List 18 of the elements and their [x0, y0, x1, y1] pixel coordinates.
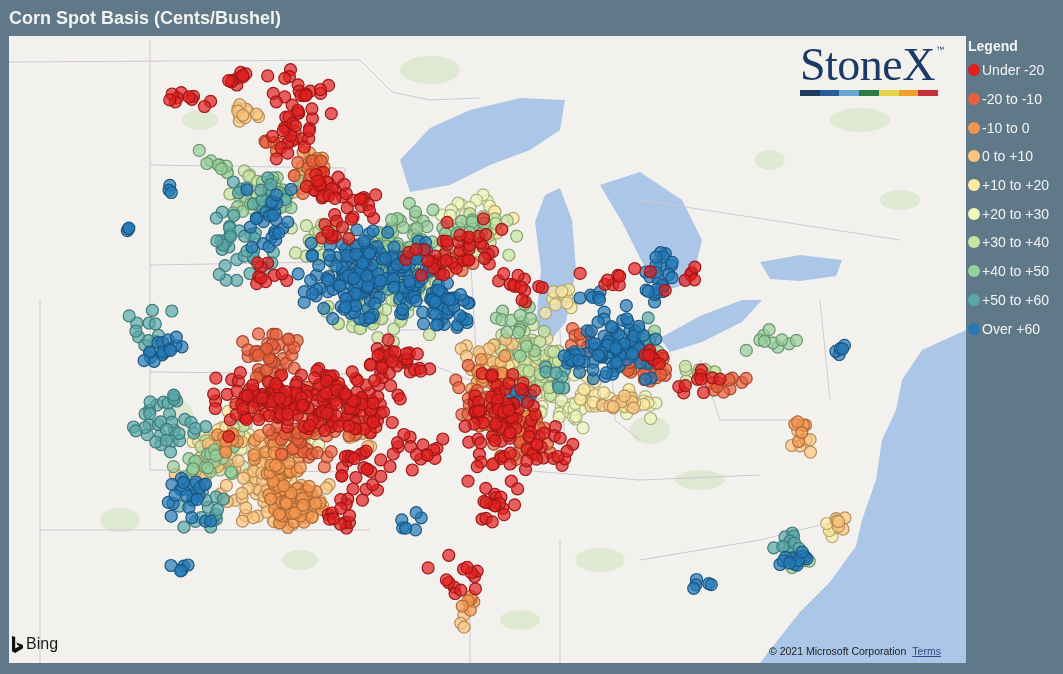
map-provider-logo-text: Bing [26, 635, 59, 653]
legend-label: +30 to +40 [982, 235, 1049, 250]
legend-title: Legend [968, 39, 1018, 53]
legend-label: +50 to +60 [982, 292, 1049, 307]
b-logo-icon [12, 635, 23, 653]
trademark-mark: ™ [936, 46, 944, 54]
legend-label: 0 to +10 [982, 149, 1033, 164]
legend-label: +40 to +50 [982, 264, 1049, 279]
legend-label: Over +60 [982, 321, 1040, 336]
legend-label: +20 to +30 [982, 206, 1049, 221]
legend-label: Under -20 [982, 63, 1045, 78]
logo-wordmark: StoneX [800, 42, 935, 88]
legend-label: -20 to -10 [982, 92, 1042, 107]
chart-title: Corn Spot Basis (Cents/Bushel) [9, 9, 282, 27]
legend-label: -10 to 0 [982, 120, 1030, 135]
copyright-notice: © 2021 Microsoft Corporation [769, 645, 907, 658]
terms-link[interactable]: Terms [912, 645, 941, 658]
legend-label: +10 to +20 [982, 178, 1049, 193]
